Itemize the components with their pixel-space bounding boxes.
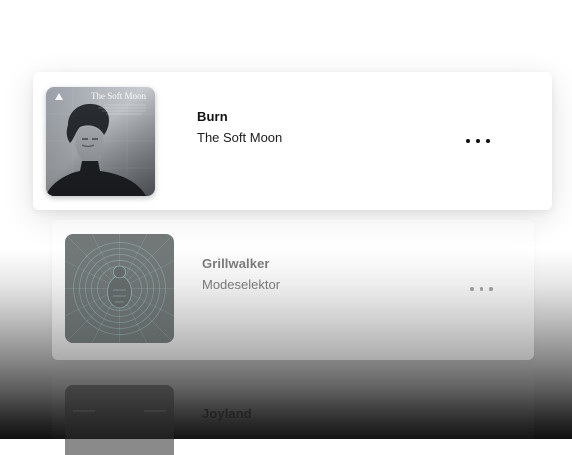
more-horizontal-icon xyxy=(470,287,474,291)
album-art-joyland xyxy=(65,385,174,455)
album-art-burn-image: The Soft Moon xyxy=(46,87,155,196)
more-options-button[interactable] xyxy=(470,287,493,291)
more-horizontal-icon xyxy=(466,139,470,143)
track-row-joyland[interactable]: Joyland xyxy=(52,374,534,455)
track-title: Joyland xyxy=(202,406,252,421)
track-row-grillwalker[interactable]: Grillwalker Modeselektor xyxy=(52,220,534,360)
more-options-button[interactable] xyxy=(466,139,490,143)
album-art-grillwalker-image xyxy=(65,234,174,343)
track-title: Grillwalker xyxy=(202,256,270,271)
album-art-title: The Soft Moon xyxy=(91,91,146,101)
track-artist[interactable]: Modeselektor xyxy=(202,277,280,292)
album-art-joyland-image xyxy=(65,385,174,455)
track-artist[interactable]: The Soft Moon xyxy=(197,130,282,145)
album-art-grillwalker xyxy=(65,234,174,343)
track-row-burn[interactable]: The Soft Moon Burn The Soft Moon xyxy=(33,72,552,210)
album-art-burn: The Soft Moon xyxy=(46,87,155,196)
track-title: Burn xyxy=(197,109,228,124)
